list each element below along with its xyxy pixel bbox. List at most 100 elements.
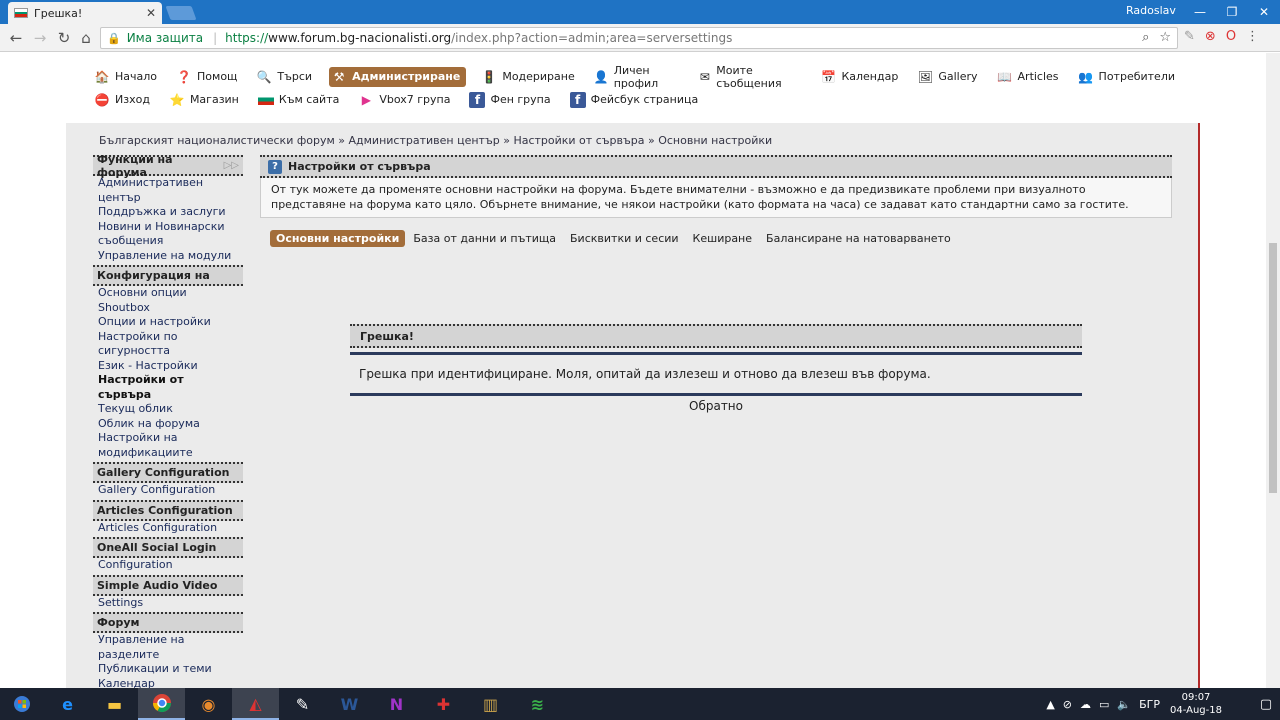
breadcrumb-item[interactable]: Българският националистически форум (99, 134, 335, 147)
extension-opera-icon[interactable]: O (1226, 29, 1236, 44)
nav-item-bg-flag[interactable]: ▬ Към сайта (256, 91, 343, 108)
reload-icon[interactable]: ↻ (54, 28, 74, 48)
nav-item-members[interactable]: 👥 Потребители (1076, 67, 1179, 87)
sidebar-section-header[interactable]: OneAll Social Login (93, 537, 243, 558)
breadcrumb-item[interactable]: Настройки от сървъра (513, 134, 644, 147)
sidebar-link[interactable]: Настройки по сигурността (93, 330, 243, 359)
nav-item-search[interactable]: 🔍 Търси (254, 67, 316, 87)
sidebar-section-header[interactable]: Simple Audio Video (93, 574, 243, 596)
sidebar-link[interactable]: Административен център (93, 176, 243, 205)
nav-item-facebook[interactable]: f Фен група (467, 90, 554, 110)
sidebar-section-header[interactable]: Gallery Configuration (93, 462, 243, 483)
nav-item-vbox7[interactable]: ▶ Vbox7 група (356, 90, 454, 110)
pdf-app-taskbar-icon[interactable]: ◭ (232, 688, 279, 720)
nav-item-profile[interactable]: 👤 Личен профил (592, 62, 684, 92)
nav-item-admin[interactable]: ⚒ Администриране (329, 66, 467, 87)
profile-user-name[interactable]: Radoslav (1126, 4, 1176, 17)
back-link[interactable]: Обратно (350, 399, 1082, 413)
breadcrumb-item[interactable]: Административен център (349, 134, 500, 147)
nav-item-articles[interactable]: 📖 Articles (995, 67, 1063, 87)
windows-start-icon[interactable] (0, 688, 44, 720)
sidebar-section-header[interactable]: Articles Configuration (93, 499, 243, 521)
breadcrumb-item[interactable]: Основни настройки (658, 134, 772, 147)
back-arrow-icon[interactable]: ← (6, 28, 26, 48)
sidebar-link[interactable]: Configuration (93, 558, 243, 573)
nav-item-home[interactable]: 🏠 Начало (92, 67, 161, 87)
subtab-item[interactable]: База от данни и пътища (407, 230, 562, 247)
sidebar-link[interactable]: Език - Настройки (93, 359, 243, 374)
sidebar-section-header[interactable]: Форум (93, 612, 243, 633)
sidebar-link[interactable]: Опции и настройки (93, 315, 243, 330)
sidebar-link[interactable]: Основни опции (93, 286, 243, 301)
sidebar-link[interactable]: Новини и Новинарски съобщения (93, 220, 243, 249)
sidebar-link[interactable]: Текущ облик (93, 402, 243, 417)
sidebar-link[interactable]: Облик на форума (93, 417, 243, 432)
tray-app-icon[interactable]: ▲ (1046, 698, 1054, 711)
subtab-item[interactable]: Балансиране на натоварването (760, 230, 957, 247)
extension-block-icon[interactable]: ⊗ (1205, 29, 1216, 44)
sidebar-link[interactable]: Shoutbox (93, 301, 243, 316)
eye-app-taskbar-icon[interactable]: ◉ (185, 688, 232, 720)
subtab-item[interactable]: Кеширане (687, 230, 758, 247)
nav-item-gallery[interactable]: 🖼 Gallery (915, 67, 981, 87)
nav-item-calendar[interactable]: 📅 Календар (818, 67, 902, 87)
maximize-button[interactable]: ❐ (1216, 0, 1248, 24)
sidebar-link[interactable]: Поддръжка и заслуги (93, 205, 243, 220)
address-bar[interactable]: 🔒 Има защита | https://www.forum.bg-naci… (100, 27, 1178, 49)
nav-item-messages[interactable]: ✉ Моите съобщения (696, 62, 805, 92)
home-button-icon[interactable]: ⌂ (76, 28, 96, 48)
tab-close-icon[interactable]: ✕ (146, 6, 156, 20)
file-explorer-taskbar-icon[interactable]: ▬ (91, 688, 138, 720)
sidebar-link[interactable]: Настройки от сървъра (93, 373, 243, 402)
taskbar-clock[interactable]: 09:07 04-Aug-18 (1170, 691, 1222, 717)
close-window-button[interactable]: ✕ (1248, 0, 1280, 24)
network-icon[interactable]: ▭ (1099, 698, 1109, 711)
action-center-icon[interactable]: ▢ (1252, 697, 1280, 712)
sidebar-link[interactable]: Управление на разделите (93, 633, 243, 662)
chrome-taskbar-icon[interactable] (138, 688, 185, 720)
volume-icon[interactable]: 🔈 (1117, 698, 1131, 711)
browser-tab[interactable]: Грешка! ✕ (8, 2, 162, 24)
nav-item-label: Articles (1017, 70, 1059, 83)
collapse-arrows-icon[interactable]: ▷▷ (224, 160, 239, 171)
scrollbar-thumb[interactable] (1269, 243, 1277, 493)
subtab-item[interactable]: Бисквитки и сесии (564, 230, 685, 247)
moderate-icon: 🚦 (481, 69, 497, 84)
tray-link-icon[interactable]: ⊘ (1063, 698, 1072, 711)
language-indicator[interactable]: БГР (1139, 698, 1160, 711)
sidebar-link[interactable]: Settings (93, 596, 243, 611)
page-scrollbar[interactable] (1266, 53, 1280, 688)
sidebar-link[interactable]: Календар (93, 677, 243, 689)
nav-item-help[interactable]: ❓ Помощ (174, 67, 241, 87)
new-tab-button[interactable] (165, 6, 197, 20)
onenote-taskbar-icon[interactable]: N (373, 688, 420, 720)
edge-taskbar-icon[interactable]: e (44, 688, 91, 720)
media-app-taskbar-icon[interactable]: ▥ (467, 688, 514, 720)
nav-item-moderate[interactable]: 🚦 Модериране (479, 67, 578, 87)
sidebar-link[interactable]: Управление на модули (93, 249, 243, 264)
sidebar-link[interactable]: Настройки на модификациите (93, 431, 243, 460)
nav-item-logout[interactable]: ⛔ Изход (92, 90, 154, 110)
bookmark-star-icon[interactable]: ☆ (1159, 30, 1171, 45)
system-tray: ▲ ⊘ ☁ ▭ 🔈 БГР 09:07 04-Aug-18 ▢ (1046, 688, 1280, 720)
sidebar-link[interactable]: Articles Configuration (93, 521, 243, 536)
error-message: Грешка при идентифициране. Моля, опитай … (359, 367, 931, 381)
menu-kebab-icon[interactable]: ⋮ (1246, 29, 1259, 44)
sidebar-link[interactable]: Публикации и теми (93, 662, 243, 677)
sidebar-section-header[interactable]: Функции на форума ▷▷ (93, 153, 243, 179)
uk-flag-taskbar-icon[interactable]: ✚ (420, 688, 467, 720)
sidebar-link[interactable]: Gallery Configuration (93, 483, 243, 498)
extension-pen-icon[interactable]: ✎ (1184, 29, 1195, 44)
nav-item-facebook[interactable]: f Фейсбук страница (568, 90, 703, 110)
nav-item-shop[interactable]: ⭐ Магазин (167, 90, 243, 110)
layers-app-taskbar-icon[interactable]: ≋ (514, 688, 561, 720)
zoom-icon[interactable]: ⌕ (1142, 30, 1149, 45)
question-help-icon[interactable]: ? (268, 159, 282, 174)
word-taskbar-icon[interactable]: W (326, 688, 373, 720)
subtab-item[interactable]: Основни настройки (270, 230, 406, 247)
minimize-button[interactable]: — (1184, 0, 1216, 24)
notepad-taskbar-icon[interactable]: ✎ (279, 688, 326, 720)
sidebar-section-header[interactable]: Конфигурация на (93, 265, 243, 286)
forward-arrow-icon[interactable]: → (30, 28, 50, 48)
onedrive-cloud-icon[interactable]: ☁ (1080, 698, 1091, 711)
